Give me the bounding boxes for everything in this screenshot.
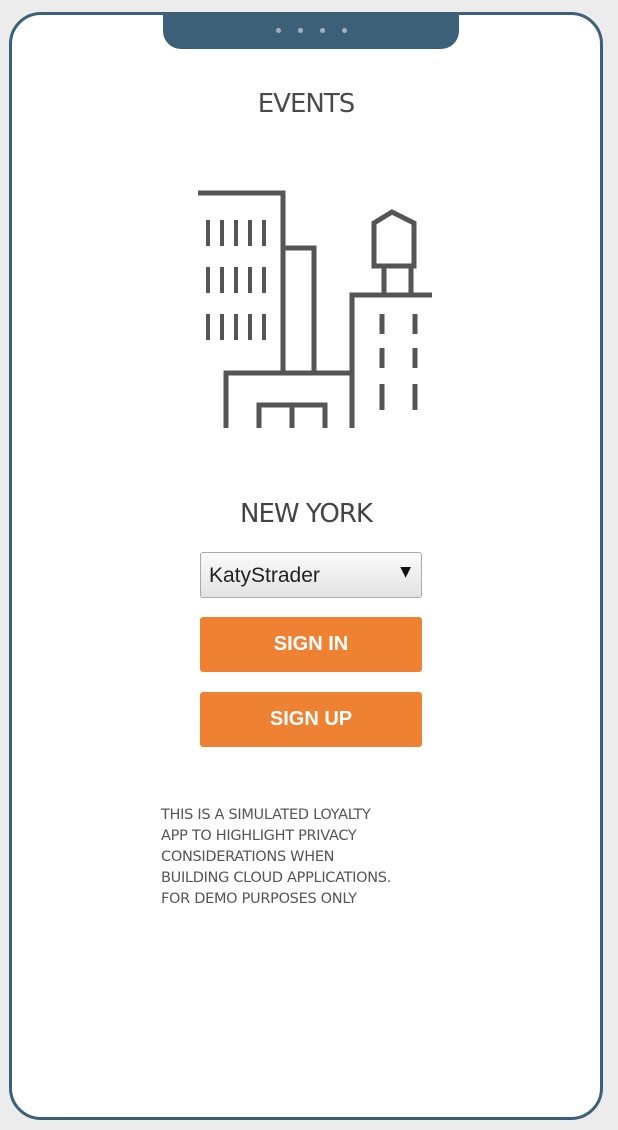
disclaimer-text: THIS IS A SIMULATED LOYALTY APP TO HIGHL… [161,805,481,910]
notch-dot [341,28,347,33]
phone-frame: EVENTS NEW YORK KatyStrader ▼ SIGN IN SI… [9,12,603,1120]
disclaimer-line: CONSIDERATIONS WHEN [161,849,335,865]
sign-in-button[interactable]: SIGN IN [200,617,422,672]
dropdown-arrow-icon: ▼ [400,564,411,580]
notch-dot [275,28,281,33]
disclaimer-line: THIS IS A SIMULATED LOYALTY [161,807,371,823]
phone-notch [163,15,459,49]
sign-up-button[interactable]: SIGN UP [200,692,422,747]
notch-dot [319,28,325,33]
notch-dot [297,28,303,33]
disclaimer-line: BUILDING CLOUD APPLICATIONS. [161,870,392,886]
city-skyline-icon [198,190,432,428]
disclaimer-line: FOR DEMO PURPOSES ONLY [161,891,357,907]
user-select-value: KatyStrader [209,564,320,587]
city-name: NEW YORK [240,499,373,529]
user-select-dropdown[interactable]: KatyStrader ▼ [200,552,422,598]
app-title: EVENTS [257,89,355,119]
disclaimer-line: APP TO HIGHLIGHT PRIVACY [161,828,357,844]
notch-dots [163,28,459,33]
